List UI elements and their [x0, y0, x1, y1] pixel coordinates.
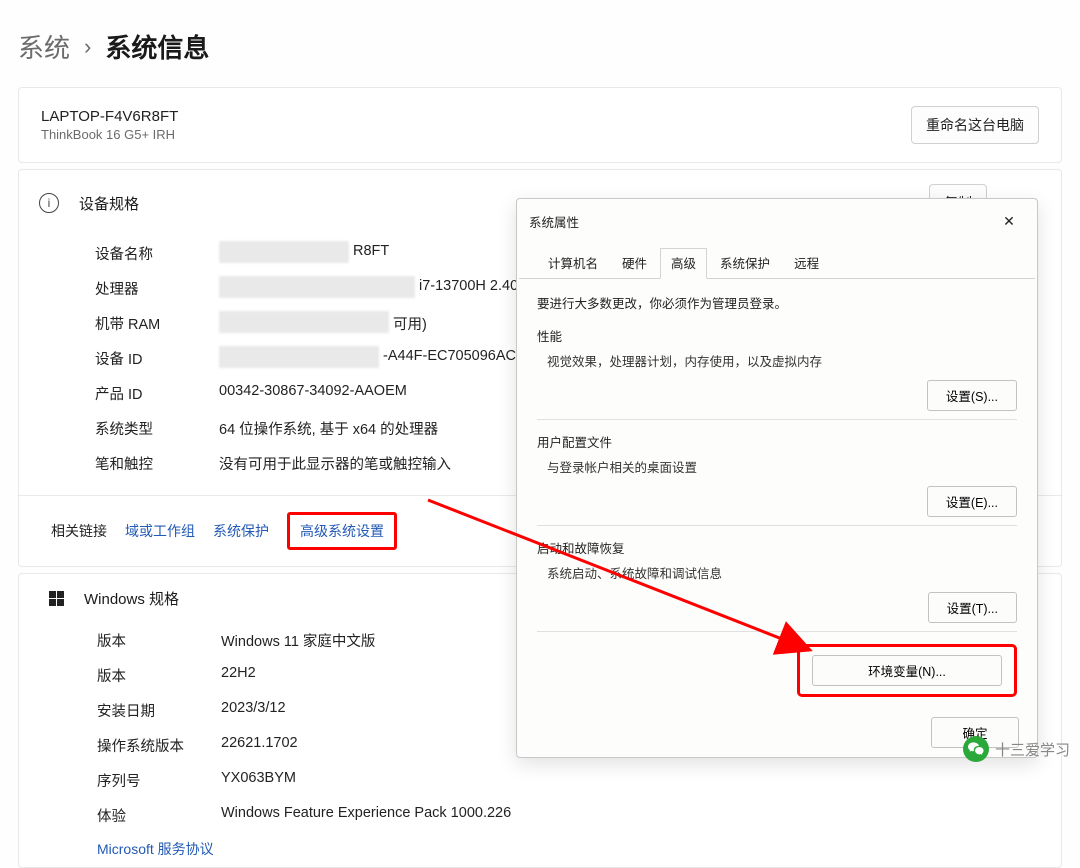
spec-value: -A44F-EC705096ACCD — [383, 348, 537, 364]
spec-row: 序列号YX063BYM — [97, 763, 1061, 798]
spec-label: 产品 ID — [95, 383, 219, 404]
device-card: LAPTOP-F4V6R8FT ThinkBook 16 G5+ IRH 重命名… — [18, 87, 1062, 163]
section-performance-desc: 视觉效果，处理器计划，内存使用，以及虚拟内存 — [537, 351, 1017, 370]
info-icon: i — [39, 193, 59, 213]
spec-label: 版本 — [97, 630, 221, 651]
admin-note: 要进行大多数更改，你必须作为管理员登录。 — [537, 293, 1017, 312]
dialog-body: 要进行大多数更改，你必须作为管理员登录。 性能 视觉效果，处理器计划，内存使用，… — [517, 279, 1037, 707]
device-name: LAPTOP-F4V6R8FT — [41, 108, 178, 125]
dialog-titlebar: 系统属性 ✕ — [517, 199, 1037, 241]
spec-value: 没有可用于此显示器的笔或触控输入 — [219, 453, 451, 474]
link-system-protection[interactable]: 系统保护 — [213, 521, 269, 541]
breadcrumb: 系统 › 系统信息 — [0, 0, 1080, 87]
section-startup-title: 启动和故障恢复 — [537, 538, 1017, 557]
close-icon[interactable]: ✕ — [989, 207, 1029, 235]
spec-value: 可用) — [393, 317, 427, 333]
spec-value: 00342-30867-34092-AAOEM — [219, 383, 407, 404]
spec-value: 64 位操作系统, 基于 x64 的处理器 — [219, 418, 438, 439]
tab-remote[interactable]: 远程 — [783, 248, 830, 279]
tab-hardware[interactable]: 硬件 — [611, 248, 658, 279]
spec-label: 体验 — [97, 805, 221, 826]
spec-value: R8FT — [353, 243, 389, 259]
section-userprofile-title: 用户配置文件 — [537, 432, 1017, 451]
link-domain-workgroup[interactable]: 域或工作组 — [125, 521, 195, 541]
breadcrumb-parent[interactable]: 系统 — [18, 28, 70, 65]
spec-label: 系统类型 — [95, 418, 219, 439]
related-label: 相关链接 — [51, 521, 107, 541]
watermark-text: 十三爱学习 — [995, 739, 1070, 760]
spec-label: 笔和触控 — [95, 453, 219, 474]
spec-label: 版本 — [97, 665, 221, 686]
spec-row: 体验Windows Feature Experience Pack 1000.2… — [97, 798, 1061, 833]
breadcrumb-current: 系统信息 — [105, 28, 209, 65]
divider — [537, 419, 1017, 420]
windows-icon — [49, 591, 64, 606]
system-properties-dialog: 系统属性 ✕ 计算机名 硬件 高级 系统保护 远程 要进行大多数更改，你必须作为… — [516, 198, 1038, 758]
section-performance-title: 性能 — [537, 326, 1017, 345]
tab-system-protection[interactable]: 系统保护 — [709, 248, 781, 279]
spec-value: i7-13700H 2.40 — [419, 278, 518, 294]
device-info: LAPTOP-F4V6R8FT ThinkBook 16 G5+ IRH — [41, 108, 178, 142]
spec-value: YX063BYM — [221, 770, 296, 791]
divider — [537, 631, 1017, 632]
spec-label: 设备 ID — [95, 348, 219, 369]
spec-value: 2023/3/12 — [221, 700, 286, 721]
spec-label: 机带 RAM — [95, 313, 219, 334]
dialog-tabs: 计算机名 硬件 高级 系统保护 远程 — [519, 241, 1035, 279]
wechat-icon — [963, 736, 989, 762]
link-microsoft-agreement[interactable]: Microsoft 服务协议 — [97, 841, 214, 857]
section-userprofile-desc: 与登录帐户相关的桌面设置 — [537, 457, 1017, 476]
chevron-right-icon: › — [84, 34, 91, 60]
spec-value: Windows Feature Experience Pack 1000.226 — [221, 805, 511, 826]
spec-label: 序列号 — [97, 770, 221, 791]
tab-advanced[interactable]: 高级 — [660, 248, 707, 279]
spec-label: 操作系统版本 — [97, 735, 221, 756]
section-startup-desc: 系统启动、系统故障和调试信息 — [537, 563, 1017, 582]
env-variables-highlight: 环境变量(N)... — [797, 644, 1017, 697]
spec-value: 22H2 — [221, 665, 256, 686]
spec-label: 处理器 — [95, 278, 219, 299]
spec-label: 设备名称 — [95, 243, 219, 264]
watermark: 十三爱学习 — [963, 736, 1070, 762]
link-advanced-system-settings[interactable]: 高级系统设置 — [287, 512, 397, 550]
rename-pc-button[interactable]: 重命名这台电脑 — [911, 106, 1039, 144]
spec-label: 安装日期 — [97, 700, 221, 721]
tab-computer-name[interactable]: 计算机名 — [537, 248, 609, 279]
env-variables-button[interactable]: 环境变量(N)... — [812, 655, 1002, 686]
dialog-title: 系统属性 — [529, 212, 579, 231]
dialog-footer: 确定 — [517, 707, 1037, 762]
performance-settings-button[interactable]: 设置(S)... — [927, 380, 1017, 411]
divider — [537, 525, 1017, 526]
spec-value: Windows 11 家庭中文版 — [221, 630, 375, 651]
userprofile-settings-button[interactable]: 设置(E)... — [927, 486, 1017, 517]
spec-value: 22621.1702 — [221, 735, 298, 756]
device-model: ThinkBook 16 G5+ IRH — [41, 127, 178, 142]
startup-settings-button[interactable]: 设置(T)... — [928, 592, 1017, 623]
